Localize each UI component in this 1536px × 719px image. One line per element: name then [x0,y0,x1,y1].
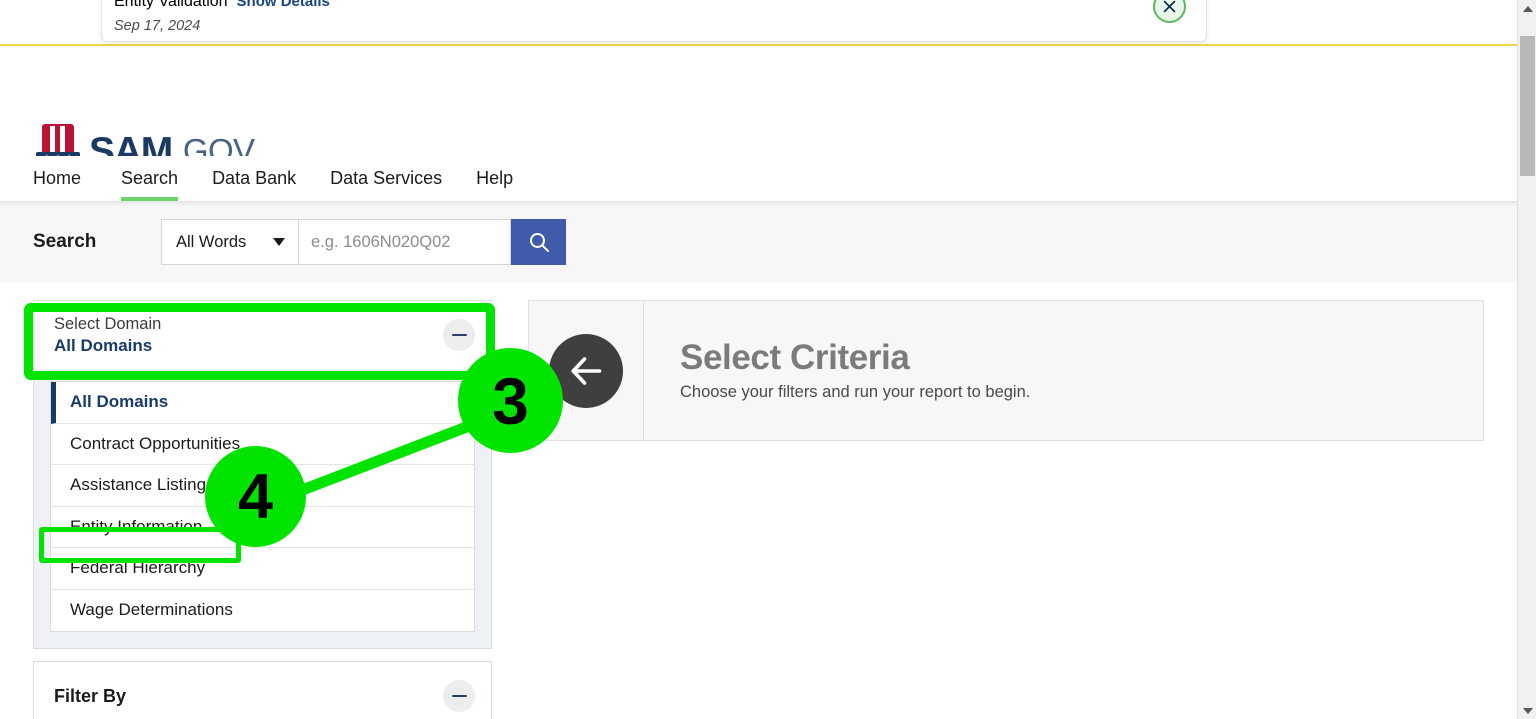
chevron-down-icon [273,238,285,246]
domain-item-entity-information[interactable]: Entity Information [51,507,474,549]
search-bar-section: Search All Words [0,202,1517,282]
search-input[interactable] [298,219,511,265]
nav-item-search[interactable]: Search [104,156,195,201]
site-header: ★★★ SAM . GOV ® Sign In [0,46,1517,156]
scroll-down-arrow-icon [1523,708,1533,714]
criteria-title: Select Criteria [680,339,1030,378]
match-type-dropdown[interactable]: All Words [161,219,298,265]
scroll-down-button[interactable] [1518,702,1536,719]
nav-item-data-services[interactable]: Data Services [313,156,459,201]
select-criteria-card: Select Criteria Choose your filters and … [528,300,1484,441]
search-section-label: Search [33,231,161,253]
match-type-value: All Words [176,233,246,252]
back-arrow-icon [568,353,604,389]
close-icon [1163,0,1176,13]
filter-by-panel: Filter By [33,661,492,719]
domain-item-label: Assistance Listings [70,475,215,495]
entity-validation-alert: Entity Validation Show Details Sep 17, 2… [101,0,1207,42]
domain-item-all-domains[interactable]: All Domains [51,382,474,424]
domain-item-contract-opportunities[interactable]: Contract Opportunities [51,424,474,466]
results-area: Select Criteria Choose your filters and … [528,300,1484,715]
browser-viewport: Entity Validation Show Details Sep 17, 2… [0,0,1536,719]
alert-heading-row: Entity Validation Show Details [114,0,330,10]
filter-by-heading: Filter By [54,674,475,718]
alert-content: Entity Validation Show Details Sep 17, 2… [114,0,330,34]
nav-label-help: Help [476,168,513,189]
domain-item-label: Wage Determinations [70,600,233,620]
criteria-subtitle: Choose your filters and run your report … [680,383,1030,402]
search-controls: All Words [161,219,566,265]
select-domain-collapse-button[interactable] [443,319,475,351]
nav-item-data-bank[interactable]: Data Bank [195,156,313,201]
select-domain-body: All Domains Contract Opportunities Assis… [34,369,491,648]
search-icon [527,230,551,254]
main-navigation: Home Search Data Bank Data Services Help [0,156,1517,202]
filters-sidebar: Select Domain All Domains All Domains Co… [33,300,492,715]
close-alert-button[interactable] [1153,0,1186,23]
domain-item-assistance-listings[interactable]: Assistance Listings [51,465,474,507]
minus-icon [452,695,467,698]
nav-label-data-services: Data Services [330,168,442,189]
nav-label-search: Search [121,168,178,189]
select-domain-current-value: All Domains [54,335,475,358]
scroll-up-arrow-icon [1523,6,1533,12]
search-submit-button[interactable] [511,219,566,265]
select-domain-heading: Select Domain [54,313,475,335]
select-domain-header[interactable]: Select Domain All Domains [34,301,491,369]
page-scroll-area: Entity Validation Show Details Sep 17, 2… [0,0,1517,719]
domain-item-label: Federal Hierarchy [70,558,205,578]
domain-item-label: Contract Opportunities [70,434,240,454]
nav-item-help[interactable]: Help [459,156,530,201]
criteria-text-block: Select Criteria Choose your filters and … [644,339,1030,403]
domain-item-label: All Domains [70,392,168,412]
domain-item-wage-determinations[interactable]: Wage Determinations [51,590,474,632]
filter-by-header[interactable]: Filter By [34,662,491,719]
alert-banner-strip: Entity Validation Show Details Sep 17, 2… [0,0,1517,46]
domain-item-label: Entity Information [70,517,202,537]
domain-item-federal-hierarchy[interactable]: Federal Hierarchy [51,548,474,590]
minus-icon [452,334,467,337]
scrollbar-thumb[interactable] [1520,36,1535,176]
domain-option-list: All Domains Contract Opportunities Assis… [50,381,475,632]
criteria-icon-cell [529,301,644,440]
show-details-link[interactable]: Show Details [237,0,330,9]
alert-title: Entity Validation [114,0,228,10]
scroll-up-button[interactable] [1518,0,1536,17]
nav-item-home[interactable]: Home [33,156,98,201]
search-page-content: Select Domain All Domains All Domains Co… [0,282,1517,715]
nav-label-data-bank: Data Bank [212,168,296,189]
page-scrollbar[interactable] [1517,0,1536,719]
back-button[interactable] [549,334,623,408]
select-domain-panel: Select Domain All Domains All Domains Co… [33,300,492,649]
alert-date: Sep 17, 2024 [114,18,330,34]
filter-by-collapse-button[interactable] [443,680,475,712]
nav-label-home: Home [33,168,81,189]
